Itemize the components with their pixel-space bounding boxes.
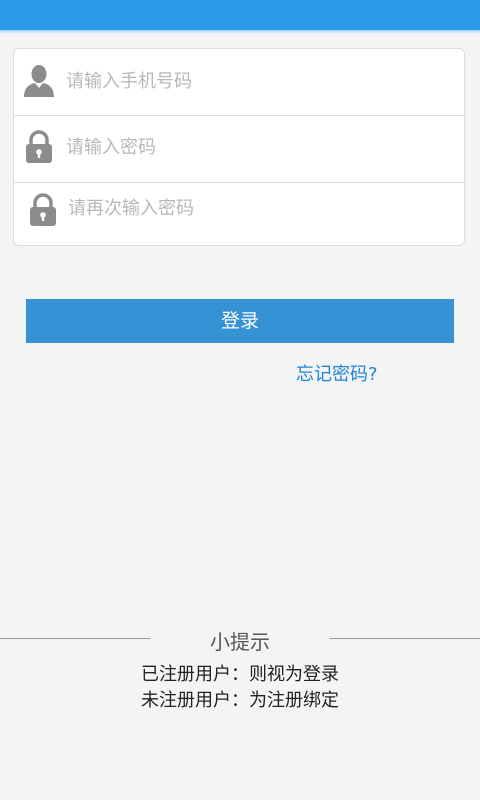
confirm-password-input[interactable] [68,193,448,223]
lock-icon [27,193,59,227]
forgot-password-link[interactable]: 忘记密码? [296,360,378,386]
confirm-password-field-row [14,183,464,245]
login-form [13,48,465,246]
lock-icon [23,130,55,164]
tips-title: 小提示 [210,630,270,654]
phone-field-row [14,49,464,116]
tips-divider-right [330,638,480,639]
tips-divider-left [0,638,150,639]
tip-registered-user: 已注册用户：则视为登录 [141,664,339,685]
status-bar [0,0,480,34]
user-icon [23,64,55,98]
login-button[interactable]: 登录 [26,299,454,343]
password-field-row [14,116,464,183]
phone-input[interactable] [66,66,446,96]
tip-unregistered-user: 未注册用户：为注册绑定 [141,690,339,711]
password-input[interactable] [66,132,446,162]
